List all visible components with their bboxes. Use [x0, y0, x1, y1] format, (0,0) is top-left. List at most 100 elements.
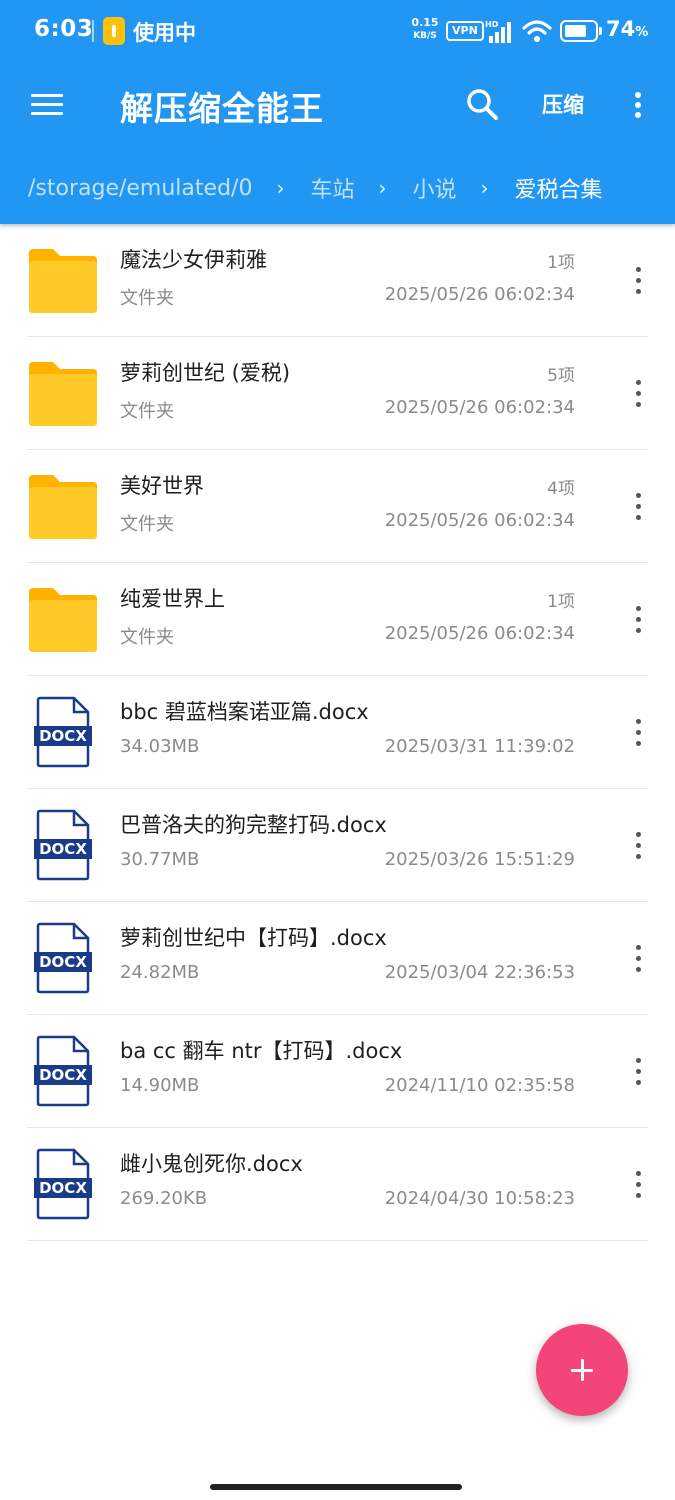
row-more-button[interactable]	[626, 1050, 650, 1094]
row-more-button[interactable]	[626, 259, 650, 303]
file-type: 文件夹	[120, 401, 174, 422]
file-row[interactable]: DOCX 雌小鬼创死你.docx 269.20KB 2024/04/30 10:…	[0, 1128, 675, 1241]
docx-file-icon: DOCX	[34, 809, 92, 881]
file-row[interactable]: DOCX ba cc 翻车 ntr【打码】.docx 14.90MB 2024/…	[0, 1015, 675, 1128]
docx-badge: DOCX	[39, 953, 87, 971]
file-name: 魔法少女伊莉雅	[120, 248, 267, 272]
wifi-icon	[522, 20, 552, 42]
modified-date: 2025/03/04 22:36:53	[384, 962, 575, 983]
file-size: 14.90MB	[120, 1075, 200, 1096]
folder-row[interactable]: 萝莉创世纪 (爱税) 文件夹 5项 2025/05/26 06:02:34	[0, 337, 675, 450]
docx-badge: DOCX	[39, 1066, 87, 1084]
folder-icon	[29, 249, 97, 313]
status-time: 6:03	[34, 16, 94, 42]
modified-date: 2025/05/26 06:02:34	[384, 284, 575, 305]
search-icon	[467, 89, 498, 120]
file-name: 纯爱世界上	[120, 587, 225, 611]
docx-badge: DOCX	[39, 727, 87, 745]
menu-button[interactable]	[24, 82, 70, 128]
status-bar: 6:03 使用中 0.15 KB/S VPN HD 74%	[0, 0, 675, 62]
modified-date: 2024/11/10 02:35:58	[384, 1075, 575, 1096]
modified-date: 2025/05/26 06:02:34	[384, 623, 575, 644]
file-row[interactable]: DOCX 萝莉创世纪中【打码】.docx 24.82MB 2025/03/04 …	[0, 902, 675, 1015]
file-name: 美好世界	[120, 474, 204, 498]
file-size: 30.77MB	[120, 849, 200, 870]
compress-button[interactable]: 压缩	[530, 88, 596, 122]
chevron-right-icon: ›	[480, 176, 489, 200]
item-count: 1项	[547, 253, 575, 273]
folder-row[interactable]: 魔法少女伊莉雅 文件夹 1项 2025/05/26 06:02:34	[0, 224, 675, 337]
row-more-button[interactable]	[626, 1163, 650, 1207]
file-name: ba cc 翻车 ntr【打码】.docx	[120, 1039, 403, 1063]
modified-date: 2025/03/31 11:39:02	[384, 736, 575, 757]
file-size: 269.20KB	[120, 1188, 208, 1209]
more-options-button[interactable]	[620, 82, 656, 128]
file-row[interactable]: DOCX bbc 碧蓝档案诺亚篇.docx 34.03MB 2025/03/31…	[0, 676, 675, 789]
file-name: 雌小鬼创死你.docx	[120, 1152, 303, 1176]
network-speed-unit: KB/S	[413, 31, 437, 41]
file-name: 萝莉创世纪 (爱税)	[120, 361, 291, 385]
app-bar: 6:03 使用中 0.15 KB/S VPN HD 74% 解压缩全能王 压缩 …	[0, 0, 675, 224]
file-list: 魔法少女伊莉雅 文件夹 1项 2025/05/26 06:02:34 萝莉创世纪…	[0, 224, 675, 1241]
status-in-use: 使用中	[133, 21, 196, 45]
file-type: 文件夹	[120, 288, 174, 309]
row-more-button[interactable]	[626, 937, 650, 981]
row-more-button[interactable]	[626, 372, 650, 416]
modified-date: 2025/05/26 06:02:34	[384, 510, 575, 531]
file-size: 24.82MB	[120, 962, 200, 983]
folder-icon	[29, 588, 97, 652]
flashlight-icon	[103, 17, 125, 45]
battery-level	[565, 25, 586, 37]
network-speed: 0.15 KB/S	[410, 17, 440, 42]
item-count: 1项	[547, 592, 575, 612]
docx-file-icon: DOCX	[34, 922, 92, 994]
status-divider	[92, 20, 94, 42]
modified-date: 2025/05/26 06:02:34	[384, 397, 575, 418]
battery-percent: 74%	[606, 17, 648, 41]
modified-date: 2024/04/30 10:58:23	[384, 1188, 575, 1209]
home-indicator[interactable]	[210, 1484, 462, 1490]
cell-signal-icon: HD	[485, 20, 511, 43]
modified-date: 2025/03/26 15:51:29	[384, 849, 575, 870]
file-name: 萝莉创世纪中【打码】.docx	[120, 926, 387, 950]
docx-file-icon: DOCX	[34, 1148, 92, 1220]
docx-file-icon: DOCX	[34, 696, 92, 768]
breadcrumb-item-current[interactable]: 爱税合集	[514, 172, 602, 204]
battery-percent-value: 74	[606, 17, 636, 41]
row-more-button[interactable]	[626, 485, 650, 529]
battery-tip	[599, 27, 602, 35]
breadcrumb-item-novels[interactable]: 小说	[412, 172, 456, 204]
breadcrumb-item-root[interactable]: /storage/emulated/0	[28, 176, 252, 201]
item-count: 5项	[547, 366, 575, 386]
docx-file-icon: DOCX	[34, 1035, 92, 1107]
add-fab-button[interactable]	[536, 1324, 628, 1416]
folder-row[interactable]: 纯爱世界上 文件夹 1项 2025/05/26 06:02:34	[0, 563, 675, 676]
app-title: 解压缩全能王	[120, 89, 324, 128]
folder-icon	[29, 362, 97, 426]
breadcrumb: /storage/emulated/0 › 车站 › 小说 › 爱税合集	[28, 168, 602, 208]
folder-icon	[29, 475, 97, 539]
file-name: bbc 碧蓝档案诺亚篇.docx	[120, 700, 369, 724]
battery-icon	[560, 20, 598, 42]
file-type: 文件夹	[120, 627, 174, 648]
file-type: 文件夹	[120, 514, 174, 535]
battery-percent-unit: %	[635, 25, 649, 40]
row-more-button[interactable]	[626, 824, 650, 868]
breadcrumb-item-station[interactable]: 车站	[310, 172, 354, 204]
docx-badge: DOCX	[39, 840, 87, 858]
divider	[27, 1240, 648, 1241]
chevron-right-icon: ›	[276, 176, 285, 200]
file-row[interactable]: DOCX 巴普洛夫的狗完整打码.docx 30.77MB 2025/03/26 …	[0, 789, 675, 902]
chevron-right-icon: ›	[378, 176, 387, 200]
row-more-button[interactable]	[626, 598, 650, 642]
network-hd-label: HD	[485, 20, 499, 29]
network-speed-value: 0.15	[411, 16, 439, 29]
item-count: 4项	[547, 479, 575, 499]
vpn-icon: VPN	[446, 21, 484, 41]
row-more-button[interactable]	[626, 711, 650, 755]
file-name: 巴普洛夫的狗完整打码.docx	[120, 813, 387, 837]
file-size: 34.03MB	[120, 736, 200, 757]
docx-badge: DOCX	[39, 1179, 87, 1197]
folder-row[interactable]: 美好世界 文件夹 4项 2025/05/26 06:02:34	[0, 450, 675, 563]
search-button[interactable]	[460, 82, 506, 128]
